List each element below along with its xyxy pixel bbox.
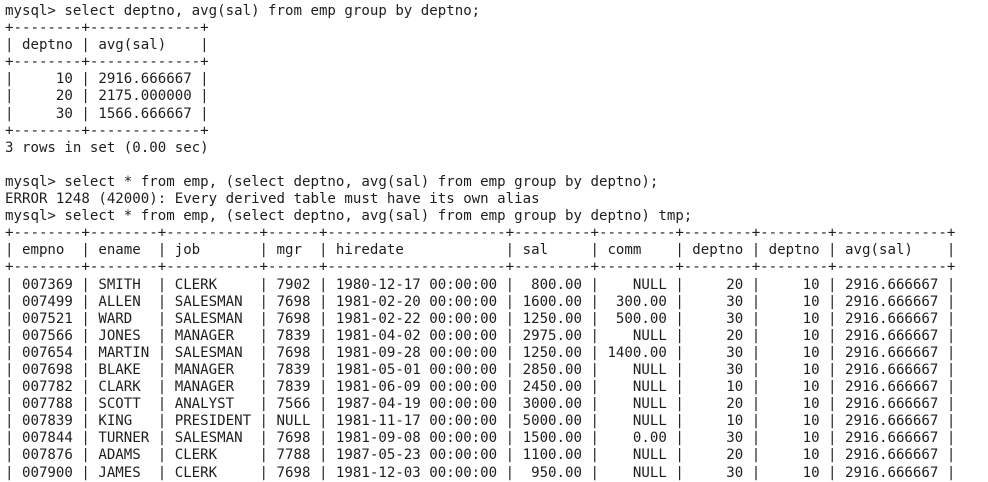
table-border: +--------+--------+-----------+------+--… [5,259,956,276]
table-row: | 007369 | SMITH | CLERK | 7902 | 1980-1… [5,276,956,293]
prompt-line-query-2: mysql> select * from emp, (select deptno… [5,173,659,190]
table-header: | deptno | avg(sal) | [5,37,209,54]
table-row: | 20 | 2175.000000 | [5,88,209,105]
prompt-line-query-1: mysql> select deptno, avg(sal) from emp … [5,3,481,19]
terminal-output[interactable]: mysql> select deptno, avg(sal) from emp … [5,3,985,482]
table-row: | 007698 | BLAKE | MANAGER | 7839 | 1981… [5,361,956,378]
table-border: +--------+-------------+ [5,122,209,139]
table-row: | 007566 | JONES | MANAGER | 7839 | 1981… [5,327,956,344]
table-row: | 007900 | JAMES | CLERK | 7698 | 1981-1… [5,464,956,481]
table-row: | 007844 | TURNER | SALESMAN | 7698 | 19… [5,430,956,447]
table-row: | 007499 | ALLEN | SALESMAN | 7698 | 198… [5,293,956,310]
table-row: | 007521 | WARD | SALESMAN | 7698 | 1981… [5,310,956,327]
table-row: | 007839 | KING | PRESIDENT | NULL | 198… [5,413,956,430]
table-row: | 30 | 1566.666667 | [5,105,209,122]
table-border: +--------+-------------+ [5,20,209,37]
table-row: | 007876 | ADAMS | CLERK | 7788 | 1987-0… [5,447,956,464]
error-message: ERROR 1248 (42000): Every derived table … [5,191,540,208]
result-summary: 3 rows in set (0.00 sec) [5,139,209,156]
table-row: | 007782 | CLARK | MANAGER | 7839 | 1981… [5,379,956,396]
table-border: +--------+--------+-----------+------+--… [5,225,956,242]
table-header: | empno | ename | job | mgr | hiredate |… [5,242,956,259]
table-row: | 10 | 2916.666667 | [5,71,209,88]
prompt-line-query-3: mysql> select * from emp, (select deptno… [5,208,693,225]
table-row: | 007788 | SCOTT | ANALYST | 7566 | 1987… [5,396,956,413]
table-row: | 007654 | MARTIN | SALESMAN | 7698 | 19… [5,344,956,361]
table-border: +--------+-------------+ [5,54,209,71]
